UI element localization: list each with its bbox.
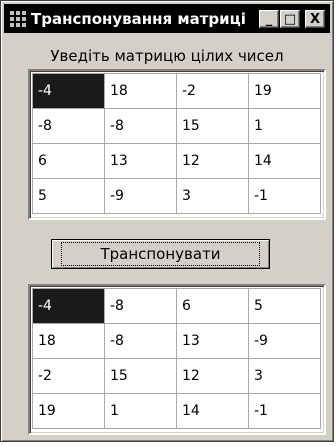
grid-cell[interactable]: -8	[104, 288, 177, 324]
grid-cell[interactable]: -8	[104, 323, 177, 359]
title-bar[interactable]: Транспонування матриці _ □ X	[4, 4, 330, 33]
grid-cell[interactable]: -4	[32, 288, 105, 324]
minimize-button[interactable]: _	[259, 10, 279, 28]
grid-cell[interactable]: 15	[104, 358, 177, 394]
grid-cell[interactable]: 5	[32, 178, 105, 214]
table-row: -4 18 -2 19	[32, 73, 321, 109]
grid-cell[interactable]: -2	[32, 358, 105, 394]
grid-cell[interactable]: -9	[248, 323, 321, 359]
matrix-prompt-label: Уведіть матрицю цілих чисел	[50, 47, 284, 65]
grid-cell[interactable]: -8	[104, 108, 177, 144]
grid-cell[interactable]: 5	[248, 288, 321, 324]
grid-cell[interactable]: -4	[32, 73, 105, 109]
app-icon	[10, 10, 26, 27]
grid-cell[interactable]: 13	[104, 143, 177, 179]
table-row: -8 -8 15 1	[32, 108, 321, 144]
grid-cell[interactable]: -2	[176, 73, 249, 109]
transpose-button-label: Транспонувати	[61, 242, 260, 266]
table-row: -2 15 12 3	[32, 358, 321, 394]
grid-cell[interactable]: -1	[248, 393, 321, 429]
table-row: 6 13 12 14	[32, 143, 321, 179]
grid-cell[interactable]: 14	[176, 393, 249, 429]
grid-cell[interactable]: -8	[32, 108, 105, 144]
grid-cell[interactable]: 18	[32, 323, 105, 359]
grid-cell[interactable]: 12	[176, 358, 249, 394]
window-title: Транспонування матриці	[31, 9, 246, 28]
close-button[interactable]: X	[305, 10, 325, 28]
grid-cell[interactable]: 3	[248, 358, 321, 394]
input-matrix-grid[interactable]: -4 18 -2 19 -8 -8 15 1 6 13 12 14 5 -9 3	[28, 69, 326, 220]
grid-cell[interactable]: -1	[248, 178, 321, 214]
grid-cell[interactable]: -9	[104, 178, 177, 214]
grid-cell[interactable]: 18	[104, 73, 177, 109]
output-matrix-grid[interactable]: -4 -8 6 5 18 -8 13 -9 -2 15 12 3 19 1 14	[28, 284, 326, 435]
grid-cell[interactable]: 1	[104, 393, 177, 429]
maximize-button[interactable]: □	[280, 10, 300, 28]
transpose-button[interactable]: Транспонувати	[51, 239, 270, 269]
grid-cell[interactable]: 19	[248, 73, 321, 109]
table-row: 18 -8 13 -9	[32, 323, 321, 359]
grid-cell[interactable]: 19	[32, 393, 105, 429]
table-row: 19 1 14 -1	[32, 393, 321, 429]
grid-cell[interactable]: 3	[176, 178, 249, 214]
grid-cell[interactable]: 12	[176, 143, 249, 179]
grid-cell[interactable]: 13	[176, 323, 249, 359]
table-row: 5 -9 3 -1	[32, 178, 321, 214]
grid-cell[interactable]: 6	[32, 143, 105, 179]
grid-cell[interactable]: 6	[176, 288, 249, 324]
grid-cell[interactable]: 14	[248, 143, 321, 179]
table-row: -4 -8 6 5	[32, 288, 321, 324]
app-window: Транспонування матриці _ □ X Уведіть мат…	[0, 0, 334, 442]
grid-cell[interactable]: 15	[176, 108, 249, 144]
grid-cell[interactable]: 1	[248, 108, 321, 144]
